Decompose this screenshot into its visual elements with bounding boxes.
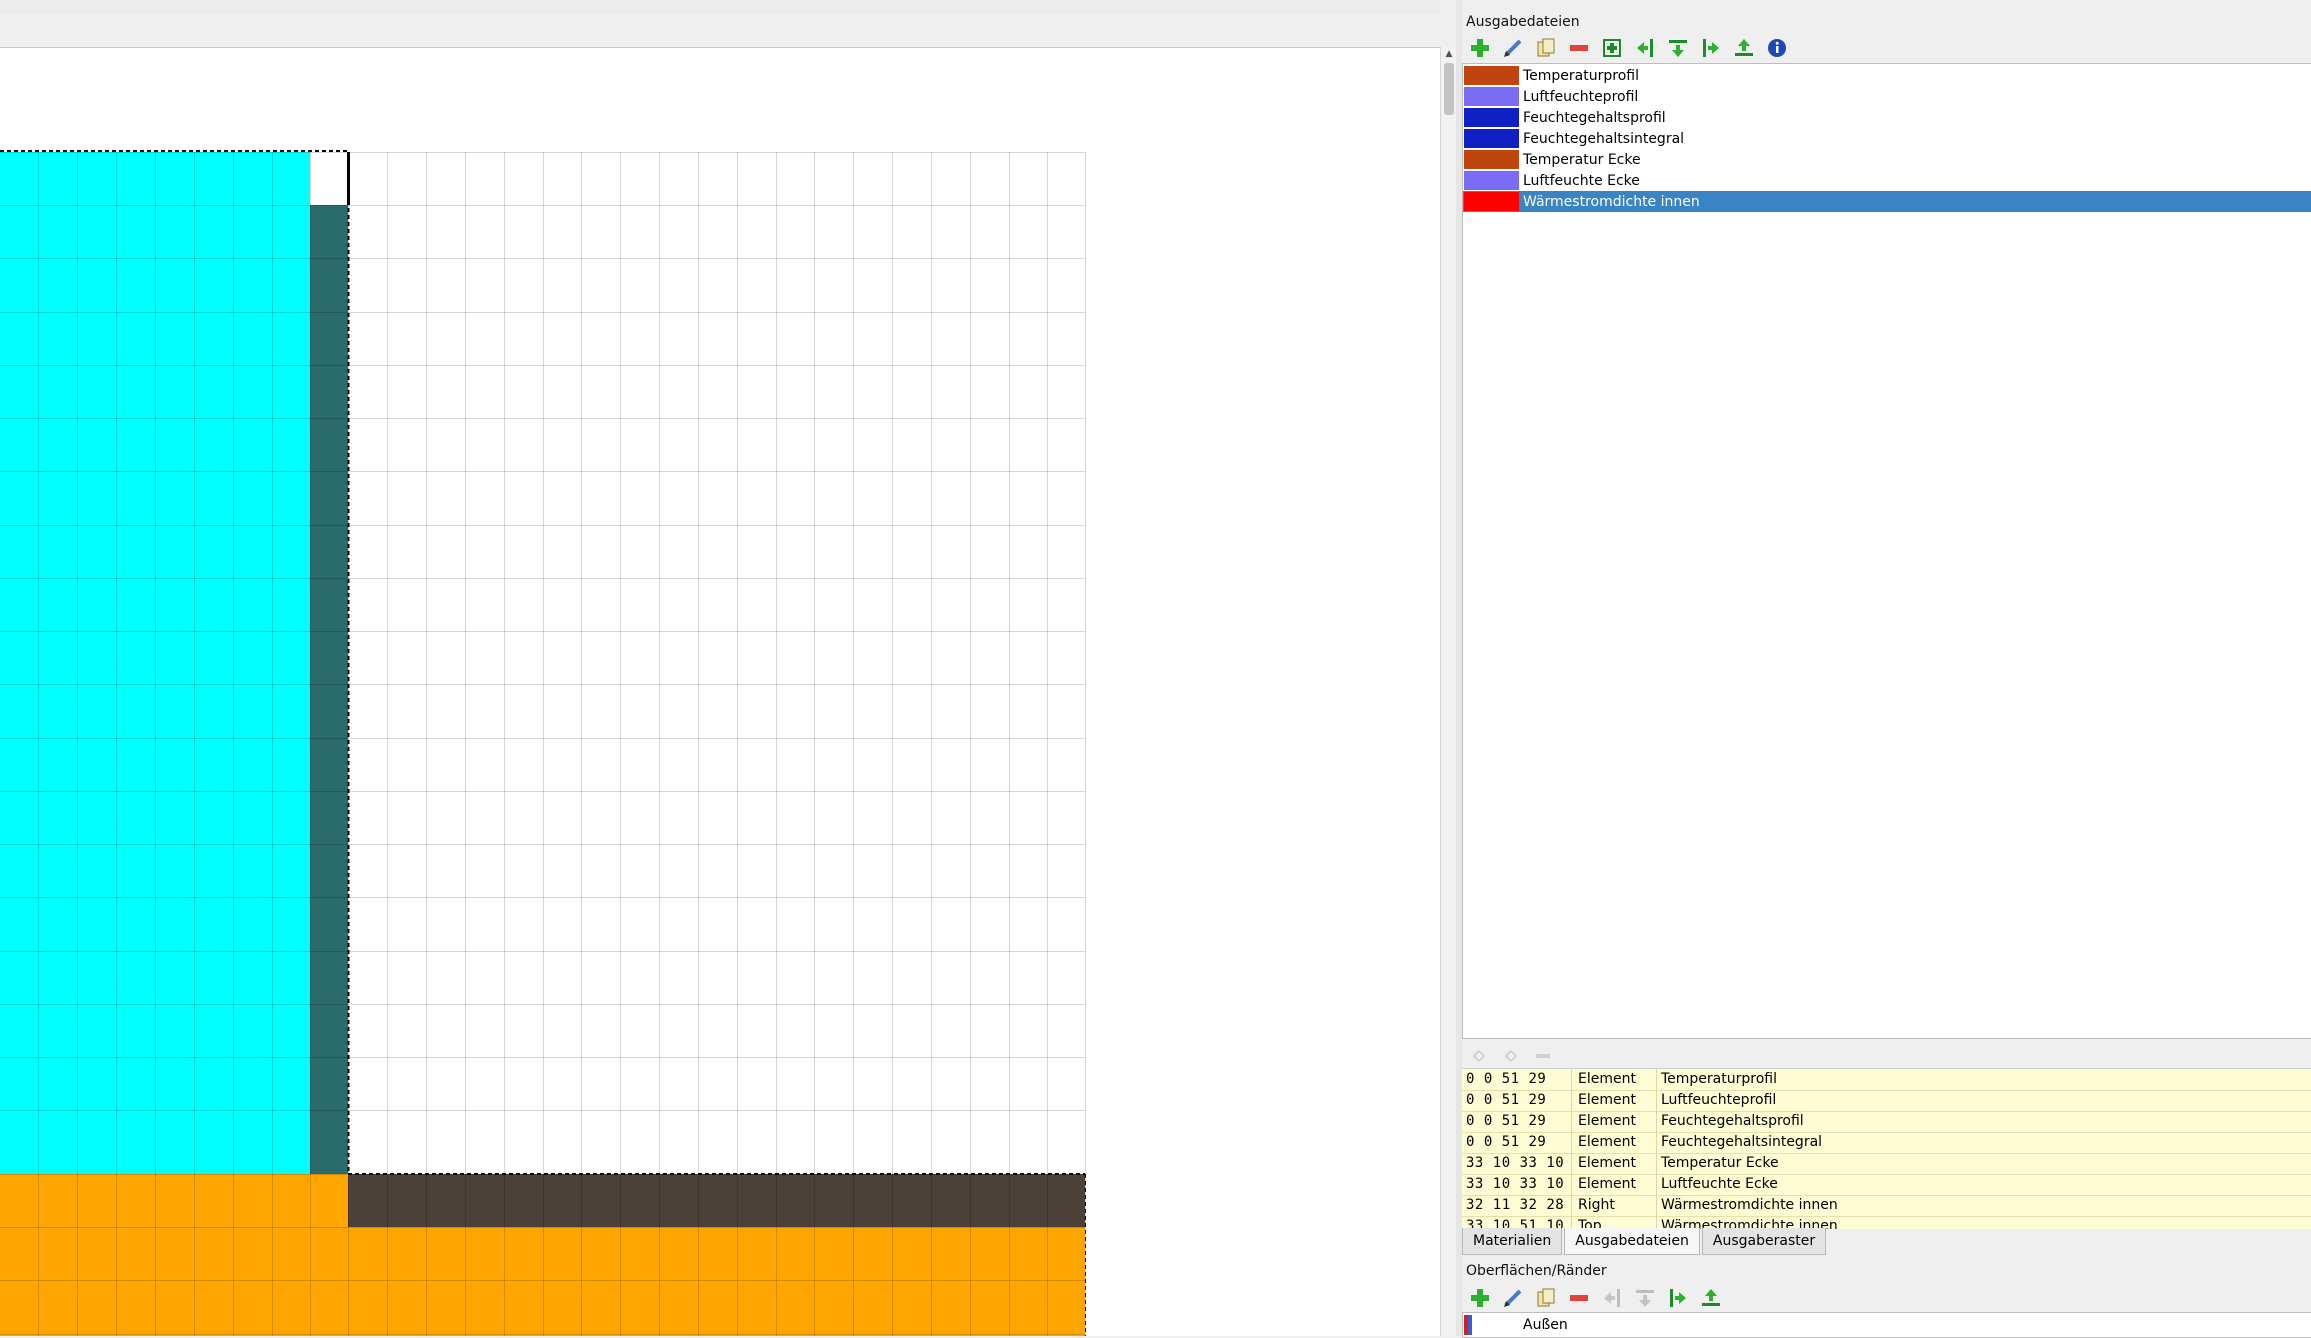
surfaces-title: Oberflächen/Ränder	[1466, 1263, 1607, 1279]
output-files-title: Ausgabedateien	[1466, 14, 1580, 30]
table-row[interactable]: 0 0 51 29 Element Luftfeuchteprofil	[1462, 1090, 2311, 1112]
list-item-label: Temperatur Ecke	[1523, 151, 1641, 168]
scroll-up-arrow-icon[interactable]: ▲	[1441, 47, 1457, 61]
surfaces-list[interactable]: Außen	[1462, 1312, 2311, 1338]
list-item-selected[interactable]: Wärmestromdichte innen	[1463, 191, 2311, 212]
color-swatch	[1464, 66, 1519, 85]
info-icon[interactable]	[1763, 34, 1790, 61]
edit-icon[interactable]	[1499, 1284, 1526, 1311]
grid-range: 32 11 32 28	[1462, 1195, 1572, 1216]
list-item-label: Luftfeuchteprofil	[1523, 88, 1639, 105]
list-item-label: Temperaturprofil	[1523, 67, 1639, 84]
assign-right-icon[interactable]	[1598, 1284, 1625, 1311]
color-swatch	[1464, 108, 1519, 127]
remove-icon[interactable]	[1565, 1284, 1592, 1311]
grid-range: 0 0 51 29	[1462, 1069, 1572, 1090]
grid-range: 33 10 33 10	[1462, 1153, 1572, 1174]
list-item-label: Außen	[1523, 1316, 1568, 1333]
table-row[interactable]: 33 10 33 10 Element Temperatur Ecke	[1462, 1153, 2311, 1175]
assignment-name: Luftfeuchte Ecke	[1661, 1176, 1778, 1192]
assignment-table[interactable]: 0 0 51 29 Element Temperaturprofil 0 0 5…	[1462, 1068, 2311, 1229]
scrollbar-thumb[interactable]	[1444, 63, 1454, 115]
edit-icon[interactable]	[1499, 34, 1526, 61]
color-swatch	[1464, 192, 1519, 211]
canvas-toolbar	[0, 14, 1440, 48]
material-teal-region[interactable]	[310, 205, 348, 1174]
copy-icon[interactable]	[1532, 34, 1559, 61]
move-up-icon[interactable]	[1470, 1047, 1488, 1065]
color-swatch	[1464, 87, 1519, 106]
assignment-type: Element	[1572, 1111, 1657, 1132]
assign-left-icon[interactable]	[1664, 1284, 1691, 1311]
list-item[interactable]: Luftfeuchteprofil	[1463, 86, 2311, 107]
assign-left-icon[interactable]	[1697, 34, 1724, 61]
assignment-type: Right	[1572, 1195, 1657, 1216]
table-row[interactable]: 0 0 51 29 Element Feuchtegehaltsintegral	[1462, 1132, 2311, 1154]
tab-ausgabedateien[interactable]: Ausgabedateien	[1564, 1228, 1700, 1255]
assign-right-icon[interactable]	[1631, 34, 1658, 61]
output-files-toolbar	[1466, 34, 1790, 61]
assignment-type: Element	[1572, 1153, 1657, 1174]
grid-drawing[interactable]	[0, 48, 1440, 1336]
assign-top-icon[interactable]	[1664, 34, 1691, 61]
copy-icon[interactable]	[1532, 1284, 1559, 1311]
list-item[interactable]: Temperatur Ecke	[1463, 149, 2311, 170]
add-icon[interactable]	[1466, 1284, 1493, 1311]
grid-range: 0 0 51 29	[1462, 1111, 1572, 1132]
canvas-vertical-scrollbar[interactable]: ▲	[1440, 47, 1457, 1336]
remove-icon[interactable]	[1565, 34, 1592, 61]
table-row[interactable]: 0 0 51 29 Element Temperaturprofil	[1462, 1069, 2311, 1091]
window-top-bar	[0, 0, 1440, 15]
material-brown-region[interactable]	[348, 1174, 1085, 1227]
color-swatch	[1464, 150, 1519, 169]
assignment-name: Feuchtegehaltsprofil	[1661, 1113, 1804, 1129]
list-item[interactable]: Luftfeuchte Ecke	[1463, 170, 2311, 191]
assignment-name: Temperaturprofil	[1661, 1071, 1777, 1087]
list-item[interactable]: Feuchtegehaltsintegral	[1463, 128, 2311, 149]
tab-materialien[interactable]: Materialien	[1462, 1228, 1563, 1255]
list-item-label: Wärmestromdichte innen	[1523, 193, 1700, 210]
list-item-label: Feuchtegehaltsprofil	[1523, 109, 1666, 126]
table-row[interactable]: 32 11 32 28 Right Wärmestromdichte innen	[1462, 1195, 2311, 1217]
assignment-toolbar	[1470, 1044, 1552, 1068]
list-item[interactable]: Außen	[1463, 1314, 2311, 1335]
assign-bottom-icon[interactable]	[1697, 1284, 1724, 1311]
color-swatch	[1464, 129, 1519, 148]
assignment-name: Temperatur Ecke	[1661, 1155, 1779, 1171]
assign-bottom-icon[interactable]	[1730, 34, 1757, 61]
right-side-panel: Ausgabedateien Temperaturprofil Luftfeuc…	[1462, 0, 2311, 1338]
list-item-label: Feuchtegehaltsintegral	[1523, 130, 1685, 147]
remove-assignment-icon[interactable]	[1534, 1047, 1552, 1065]
output-files-list[interactable]: Temperaturprofil Luftfeuchteprofil Feuch…	[1462, 63, 2311, 1039]
surfaces-toolbar	[1466, 1284, 1724, 1311]
assign-top-icon[interactable]	[1631, 1284, 1658, 1311]
table-row[interactable]: 33 10 33 10 Element Luftfeuchte Ecke	[1462, 1174, 2311, 1196]
add-icon[interactable]	[1466, 34, 1493, 61]
assignment-name: Feuchtegehaltsintegral	[1661, 1134, 1823, 1150]
tab-ausgaberaster[interactable]: Ausgaberaster	[1701, 1228, 1827, 1255]
bottom-tab-bar: Materialien Ausgabedateien Ausgaberaster	[1462, 1228, 1827, 1256]
color-swatch	[1464, 171, 1519, 190]
list-item-label: Luftfeuchte Ecke	[1523, 172, 1640, 189]
assignment-name: Luftfeuchteprofil	[1661, 1092, 1777, 1108]
grid-range: 0 0 51 29	[1462, 1132, 1572, 1153]
list-item[interactable]: Feuchtegehaltsprofil	[1463, 107, 2311, 128]
add-outfile-icon[interactable]	[1598, 34, 1625, 61]
move-down-icon[interactable]	[1502, 1047, 1520, 1065]
construction-canvas[interactable]	[0, 48, 1440, 1336]
assignment-type: Element	[1572, 1069, 1657, 1090]
assignment-type: Element	[1572, 1090, 1657, 1111]
assignment-type: Element	[1572, 1174, 1657, 1195]
grid-range: 33 10 33 10	[1462, 1174, 1572, 1195]
assignment-type: Element	[1572, 1132, 1657, 1153]
assignment-name: Wärmestromdichte innen	[1661, 1197, 1838, 1213]
list-item[interactable]: Temperaturprofil	[1463, 65, 2311, 86]
grid-range: 0 0 51 29	[1462, 1090, 1572, 1111]
table-row[interactable]: 0 0 51 29 Element Feuchtegehaltsprofil	[1462, 1111, 2311, 1133]
